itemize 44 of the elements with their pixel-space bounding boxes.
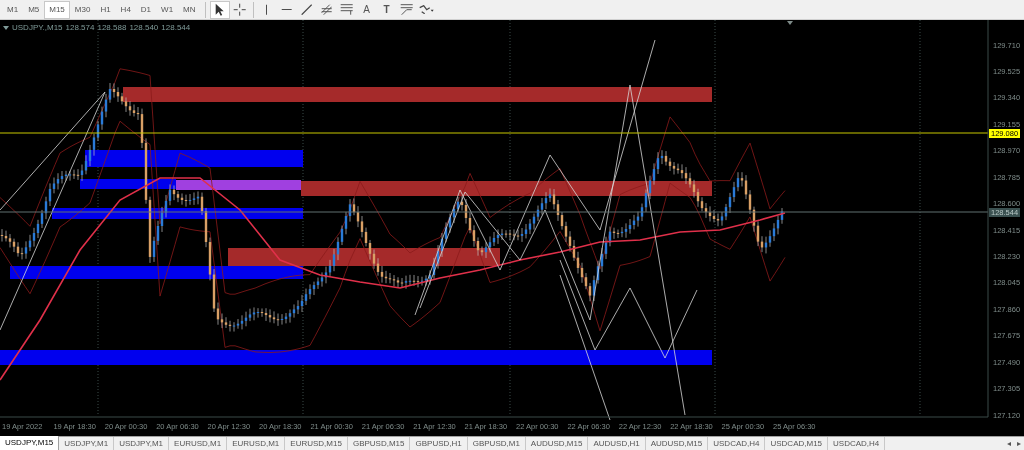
chart-tab[interactable]: AUDUSD,M15	[525, 437, 589, 450]
timeframe-button[interactable]: M5	[23, 0, 45, 19]
chart-tab[interactable]: AUDUSD,H1	[588, 437, 646, 450]
chart-tab[interactable]: EURUSD,M1	[227, 437, 286, 450]
chart-tab[interactable]: USDCAD,M15	[765, 437, 829, 450]
timeframe-button[interactable]: H4	[115, 0, 136, 19]
chart-tab[interactable]: USDJPY,M1	[114, 437, 170, 450]
channel-icon	[320, 3, 333, 16]
arrows-dropdown-icon	[418, 4, 435, 15]
chart-tab[interactable]: USDCAD,H4	[828, 437, 886, 450]
quote-value: 128.574	[65, 22, 95, 34]
tab-scroll-button[interactable]: ◂	[1004, 437, 1014, 450]
timeframe-button[interactable]: M15	[44, 0, 70, 19]
collapse-icon[interactable]	[3, 25, 9, 31]
timeframe-button[interactable]: D1	[135, 0, 157, 19]
crosshair-icon	[232, 2, 247, 17]
chart-tab[interactable]: USDJPY,M15	[0, 436, 60, 450]
cursor-icon	[214, 2, 225, 17]
label-tool-button[interactable]: T	[376, 0, 397, 19]
chart-tab[interactable]: EURUSD,M1	[169, 437, 228, 450]
symbol-title: USDJPY.,M15	[12, 22, 63, 34]
chart-tab[interactable]: GBPUSD,H1	[410, 437, 468, 450]
quote-value: 128.544	[161, 22, 191, 34]
chart-tab[interactable]: EURUSD,M15	[285, 437, 348, 450]
timeframe-button[interactable]: MN	[178, 0, 201, 19]
tool-button[interactable]	[209, 0, 230, 19]
horizontal-line-icon	[280, 8, 293, 11]
timeframe-button[interactable]: W1	[156, 0, 179, 19]
chart-tab[interactable]: USDCAD,H4	[708, 437, 766, 450]
vertical-line-icon	[265, 3, 268, 16]
text-tool-button[interactable]: A	[356, 0, 377, 19]
chart-tab[interactable]: AUDUSD,M15	[645, 437, 709, 450]
chart-tab[interactable]: USDJPY,M1	[59, 437, 115, 450]
timeframe-button[interactable]: H1	[95, 0, 116, 19]
tab-scroll-button[interactable]: ▸	[1014, 437, 1024, 450]
timeframe-button[interactable]: M1	[2, 0, 24, 19]
chart-tab[interactable]: GBPUSD,M1	[467, 437, 526, 450]
quote-value: 128.540	[129, 22, 159, 34]
parallel-lines-icon	[339, 3, 354, 16]
quote-value: 128.588	[97, 22, 127, 34]
chart-tab[interactable]: GBPUSD,M15	[347, 437, 411, 450]
fan-lines-icon	[399, 3, 414, 16]
timeframe-button[interactable]: M30	[69, 0, 96, 19]
trendline-icon	[300, 3, 313, 16]
